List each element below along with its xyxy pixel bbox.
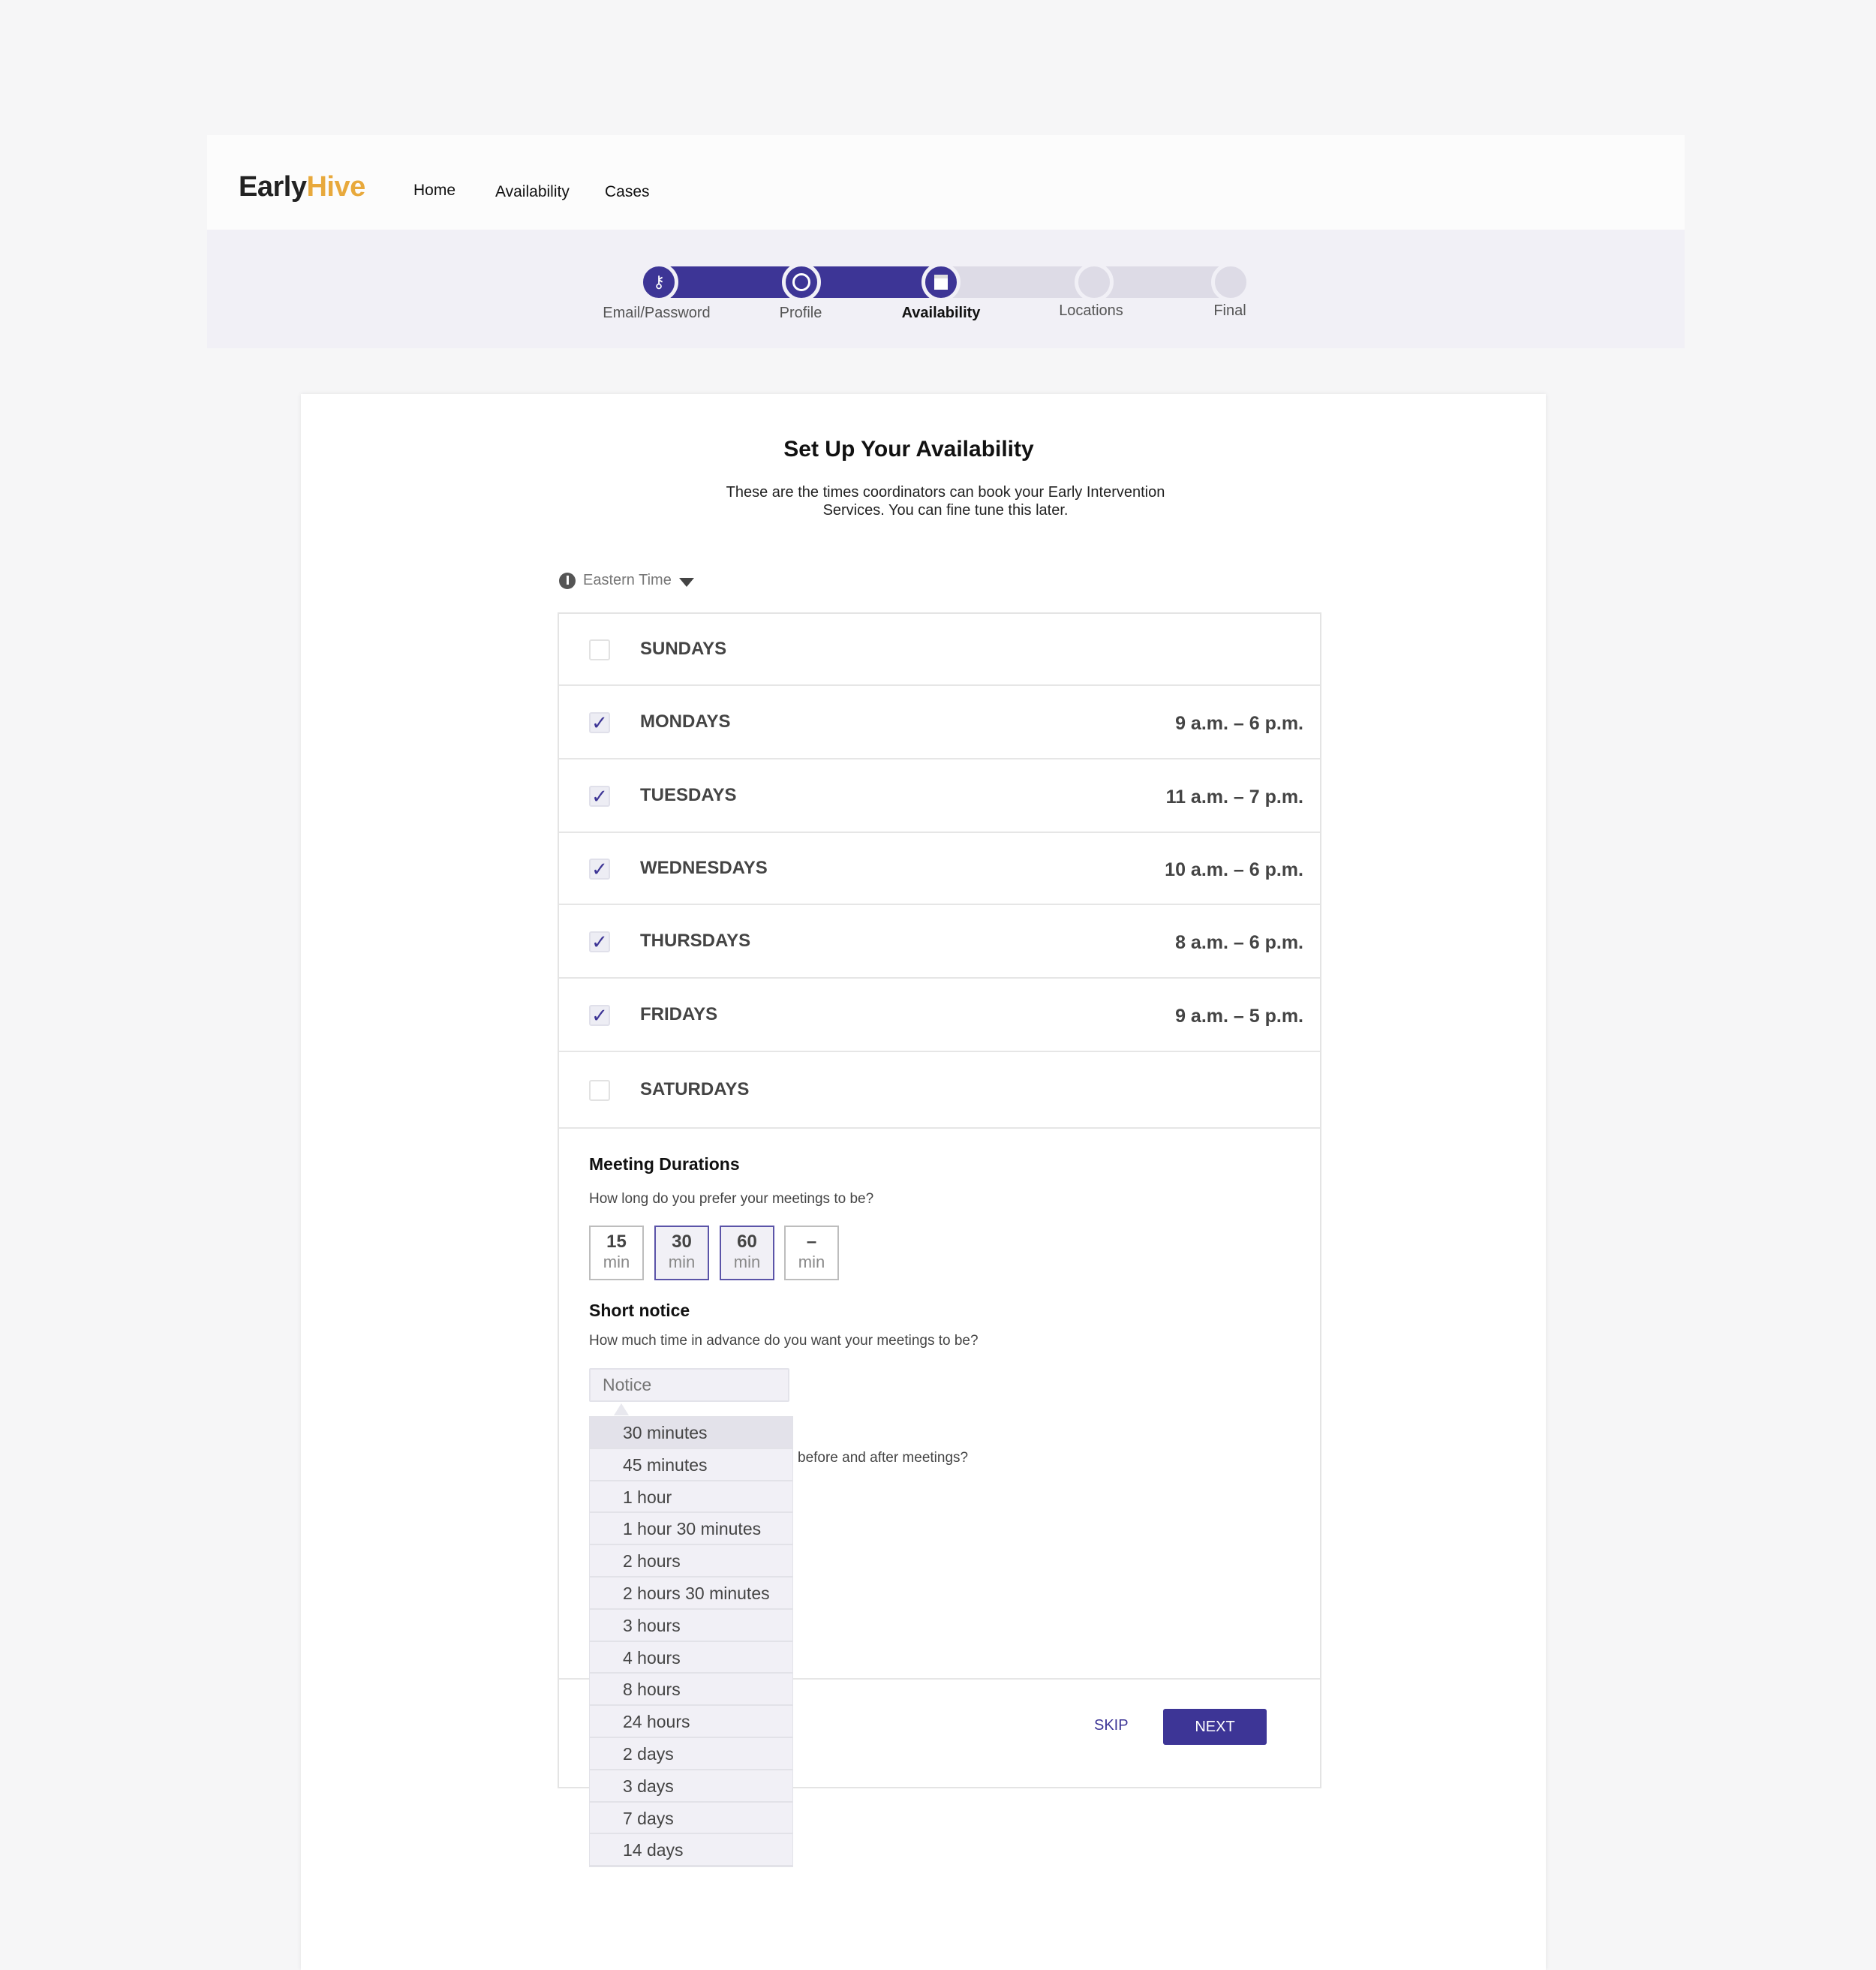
notice-option[interactable]: 2 hours [590,1545,792,1578]
day-name: TUESDAYS [640,785,737,805]
day-checkbox[interactable]: ✓ [589,859,610,880]
day-checkbox[interactable]: ✓ [589,931,610,952]
day-hours[interactable]: 10 a.m. – 6 p.m. [1165,859,1303,881]
duration-option[interactable]: 30 min [654,1226,709,1280]
notice-option[interactable]: 4 hours [590,1642,792,1674]
day-row-sundays: SUNDAYS [559,614,1320,686]
notice-dropdown[interactable]: 30 minutes 45 minutes 1 hour 1 hour 30 minu… [589,1416,793,1868]
duration-unit: min [603,1253,630,1271]
day-row-fridays: ✓ FRIDAYS 9 a.m. – 5 p.m. [559,979,1320,1052]
duration-value: 30 [672,1232,692,1252]
calendar-icon [934,275,948,290]
check-icon: ✓ [591,785,608,808]
duration-unit: min [798,1253,825,1271]
notice-option[interactable]: 7 days [590,1803,792,1835]
day-name: THURSDAYS [640,931,751,951]
day-hours[interactable]: 9 a.m. – 6 p.m. [1175,713,1303,735]
check-icon: ✓ [591,931,608,953]
notice-option[interactable]: 1 hour [590,1481,792,1514]
step-availability[interactable] [921,263,961,302]
logo-hive: Hive [306,171,365,203]
day-name: SATURDAYS [640,1079,750,1099]
logo[interactable]: EarlyHive [239,171,365,203]
day-row-tuesdays: ✓ TUESDAYS 11 a.m. – 7 p.m. [559,759,1320,833]
step-final[interactable] [1211,263,1250,302]
duration-value: – [806,1232,817,1252]
clock-icon [559,572,576,589]
check-icon: ✓ [591,1004,608,1027]
day-row-thursdays: ✓ THURSDAYS 8 a.m. – 6 p.m. [559,905,1320,979]
notice-option[interactable]: 2 hours 30 minutes [590,1578,792,1610]
notice-option[interactable]: 2 days [590,1738,792,1770]
next-button[interactable]: NEXT [1163,1709,1267,1745]
day-checkbox[interactable]: ✓ [589,712,610,733]
day-checkbox[interactable] [589,1080,610,1101]
notice-option[interactable]: 3 hours [590,1610,792,1642]
short-notice-question: How much time in advance do you want you… [589,1333,979,1349]
step-email-password[interactable]: ⚷ [639,263,678,302]
notice-option[interactable]: 45 minutes [590,1449,792,1481]
buffer-question: before and after meetings? [798,1450,969,1466]
step-label: Locations [1059,302,1123,319]
day-name: SUNDAYS [640,639,727,659]
duration-value: 15 [606,1232,627,1252]
day-checkbox[interactable]: ✓ [589,1005,610,1026]
duration-unit: min [733,1253,761,1271]
timezone-select[interactable]: Eastern Time [559,572,694,589]
duration-option[interactable]: 60 min [720,1226,774,1280]
duration-unit: min [668,1253,696,1271]
step-locations[interactable] [1075,263,1114,302]
face-icon [792,273,810,291]
step-label: Profile [779,305,822,321]
day-hours[interactable]: 8 a.m. – 6 p.m. [1175,932,1303,954]
nav-availability[interactable]: Availability [495,183,570,201]
notice-option[interactable]: 24 hours [590,1706,792,1738]
timezone-value: Eastern Time [583,572,672,588]
step-label: Final [1213,302,1246,319]
check-icon: ✓ [591,858,608,880]
logo-early: Early [239,171,307,203]
nav-cases[interactable]: Cases [605,183,650,201]
notice-option[interactable]: 30 minutes [590,1417,792,1449]
step-label: Email/Password [603,305,711,321]
duration-option[interactable]: 15 min [589,1226,644,1280]
caret-down-icon [678,577,694,587]
day-checkbox[interactable] [589,639,610,660]
page-subtitle: These are the times coordinators can boo… [726,484,1165,519]
day-checkbox[interactable]: ✓ [589,786,610,807]
day-name: WEDNESDAYS [640,858,768,878]
day-hours[interactable]: 11 a.m. – 7 p.m. [1166,786,1303,808]
notice-input[interactable] [589,1368,789,1402]
day-hours[interactable]: 9 a.m. – 5 p.m. [1175,1006,1303,1027]
notice-option[interactable]: 14 days [590,1834,792,1867]
skip-button[interactable]: SKIP [1094,1717,1129,1734]
dropdown-pointer [614,1403,629,1415]
short-notice-title: Short notice [589,1301,690,1320]
duration-option[interactable]: – min [784,1226,839,1280]
duration-value: 60 [737,1232,757,1252]
day-row-mondays: ✓ MONDAYS 9 a.m. – 6 p.m. [559,686,1320,759]
notice-option[interactable]: 8 hours [590,1674,792,1707]
meeting-durations-question: How long do you prefer your meetings to … [589,1191,874,1207]
notice-option[interactable]: 3 days [590,1770,792,1803]
nav-home[interactable]: Home [413,182,455,200]
page-title: Set Up Your Availability [783,437,1034,462]
day-row-saturdays: SATURDAYS [559,1052,1320,1129]
day-name: FRIDAYS [640,1004,718,1024]
check-icon: ✓ [591,711,608,734]
day-row-wednesdays: ✓ WEDNESDAYS 10 a.m. – 6 p.m. [559,833,1320,905]
key-icon: ⚷ [652,272,666,291]
meeting-durations-title: Meeting Durations [589,1154,740,1174]
step-label: Availability [901,305,981,321]
day-name: MONDAYS [640,711,731,732]
notice-option[interactable]: 1 hour 30 minutes [590,1513,792,1546]
step-profile[interactable] [782,263,821,302]
